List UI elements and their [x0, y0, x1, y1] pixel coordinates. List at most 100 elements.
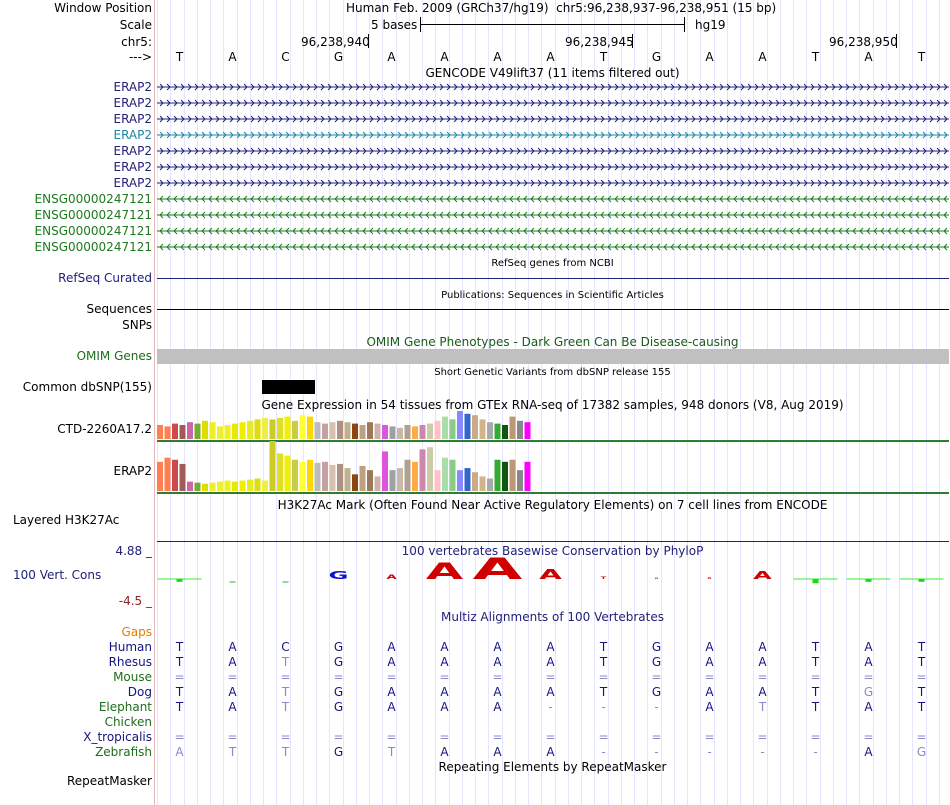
alignment-base: T [175, 700, 184, 714]
alignment-base [577, 715, 630, 729]
alignment-base: T [175, 655, 184, 669]
multiz-species-label[interactable]: Rhesus [109, 655, 152, 669]
cons-logo-letter: T [601, 576, 607, 580]
alignment-base: = [810, 670, 821, 684]
cons-logo-letter: G [329, 570, 349, 582]
alignment-base: A [705, 655, 714, 669]
alignment-base: G [333, 640, 344, 654]
alignment-base: G [863, 685, 874, 699]
multiz-species-label[interactable]: Dog [128, 685, 152, 699]
alignment-base: A [705, 700, 714, 714]
alignment-base: G [333, 745, 344, 759]
alignment-base: = [492, 670, 503, 684]
alignment-base: A [228, 640, 237, 654]
alignment-base: T [281, 655, 290, 669]
alignment-base: A [546, 685, 555, 699]
alignment-base: - [707, 745, 712, 759]
alignment-base: A [493, 700, 502, 714]
cons-logo-letter: A [426, 559, 463, 585]
multiz-species-label[interactable]: Human [109, 640, 152, 654]
alignment-base: G [651, 685, 662, 699]
alignment-base: = [810, 730, 821, 744]
cons-logo-letter: A [539, 567, 562, 582]
alignment-base: T [758, 700, 767, 714]
alignment-base: = [333, 670, 344, 684]
alignment-base: T [387, 745, 396, 759]
alignment-base: A [758, 640, 767, 654]
alignment-base: = [916, 730, 927, 744]
alignment-base [736, 715, 789, 729]
alignment-base: = [439, 670, 450, 684]
alignment-base: T [917, 685, 926, 699]
alignment-base: = [598, 730, 609, 744]
alignment-base [842, 715, 895, 729]
alignment-base: T [811, 640, 820, 654]
alignment-base: = [598, 670, 609, 684]
alignment-base: T [228, 745, 237, 759]
alignment-base: T [917, 655, 926, 669]
alignment-base: = [704, 670, 715, 684]
alignment-base: = [651, 730, 662, 744]
cons-negative-bar [865, 579, 872, 582]
alignment-base: = [333, 730, 344, 744]
multiz-species-label[interactable]: X_tropicalis [83, 730, 152, 744]
alignment-base: = [174, 670, 185, 684]
alignment-base: C [281, 640, 290, 654]
multiz-species-label[interactable]: Zebrafish [95, 745, 152, 759]
cons-logo-letter: A [386, 574, 396, 581]
alignment-base: = [863, 670, 874, 684]
alignment-base: A [440, 685, 449, 699]
alignment-base: A [175, 745, 184, 759]
alignment-base: A [864, 640, 873, 654]
alignment-base: A [493, 655, 502, 669]
alignment-base: A [387, 700, 396, 714]
genome-browser-image[interactable]: Window Position Scale chr5: ---> Human F… [0, 0, 950, 805]
alignment-base: T [175, 640, 184, 654]
alignment-base: = [757, 730, 768, 744]
alignment-base: A [387, 685, 396, 699]
alignment-base: - [813, 745, 818, 759]
alignment-base: = [227, 730, 238, 744]
alignment-base: T [811, 700, 820, 714]
alignment-base: G [333, 685, 344, 699]
alignment-base [153, 715, 206, 729]
alignment-base [789, 715, 842, 729]
alignment-base: A [493, 745, 502, 759]
alignment-base: T [599, 685, 608, 699]
multiz-species-label[interactable]: Chicken [105, 715, 152, 729]
alignment-base: - [760, 745, 765, 759]
cons-negative-bar [918, 579, 925, 582]
alignment-base: T [175, 685, 184, 699]
multiz-track-title[interactable]: Multiz Alignments of 100 Vertebrates [156, 610, 949, 624]
cons-negative-bar [812, 579, 819, 584]
alignment-base: A [228, 685, 237, 699]
repeatmasker-track-label[interactable]: RepeatMasker [67, 774, 152, 788]
alignment-base: G [651, 640, 662, 654]
alignment-base: G [651, 655, 662, 669]
alignment-base: G [916, 745, 927, 759]
multiz-species-label[interactable]: Mouse [113, 670, 152, 684]
alignment-base: = [545, 670, 556, 684]
alignment-base: T [811, 685, 820, 699]
alignment-base: = [545, 730, 556, 744]
multiz-species-label[interactable]: Elephant [99, 700, 152, 714]
alignment-base: T [281, 745, 290, 759]
alignment-base [418, 715, 471, 729]
alignment-base: A [228, 655, 237, 669]
alignment-base: A [758, 685, 767, 699]
alignment-base: T [599, 655, 608, 669]
alignment-base: = [227, 670, 238, 684]
alignment-base: = [280, 670, 291, 684]
alignment-base: A [864, 745, 873, 759]
cons-logo-letter: A [473, 552, 523, 586]
alignment-base: = [174, 730, 185, 744]
alignment-base [683, 715, 736, 729]
alignment-base: A [440, 655, 449, 669]
repeatmasker-track-title[interactable]: Repeating Elements by RepeatMasker [156, 760, 949, 774]
multiz-gaps-label: Gaps [121, 625, 152, 639]
alignment-base: A [493, 685, 502, 699]
alignment-base: A [440, 700, 449, 714]
alignment-base [471, 715, 524, 729]
alignment-base: T [917, 640, 926, 654]
alignment-base: G [333, 700, 344, 714]
